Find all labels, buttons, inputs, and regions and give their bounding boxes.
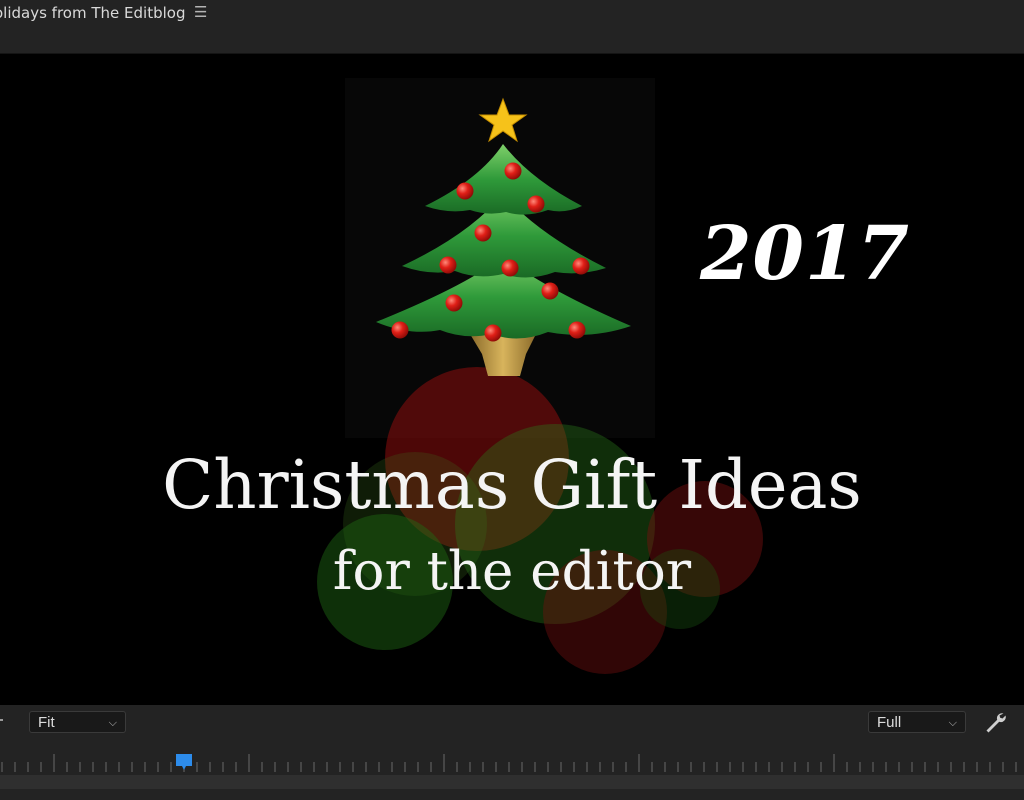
playback-resolution-value: Full	[877, 714, 902, 731]
subhead-text: for the editor	[332, 541, 692, 602]
zoom-level-select[interactable]: Fit ⌵	[29, 711, 126, 733]
wrench-icon[interactable]	[983, 710, 1007, 734]
hamburger-menu-icon[interactable]: ☰	[194, 3, 207, 21]
playback-resolution-select[interactable]: Full ⌵	[868, 711, 966, 733]
panel-edge-marker	[0, 719, 3, 721]
year-text: 2017	[700, 211, 910, 297]
monitor-controls: Fit ⌵ Full ⌵	[0, 705, 1024, 800]
chevron-down-icon: ⌵	[948, 716, 957, 729]
chevron-down-icon: ⌵	[108, 716, 117, 729]
panel-title: olidays from The Editblog	[0, 4, 186, 22]
headline-text: Christmas Gift Ideas	[162, 446, 862, 524]
program-monitor: 2017 Christmas Gift Ideas for the editor	[0, 54, 1024, 705]
timeline-scroll-bar[interactable]	[0, 775, 1024, 789]
panel-title-bar: olidays from The Editblog ☰	[0, 0, 1024, 54]
zoom-level-value: Fit	[38, 714, 55, 731]
video-frame	[317, 78, 763, 674]
time-ruler[interactable]	[0, 752, 1024, 774]
playhead-marker[interactable]	[175, 753, 195, 771]
